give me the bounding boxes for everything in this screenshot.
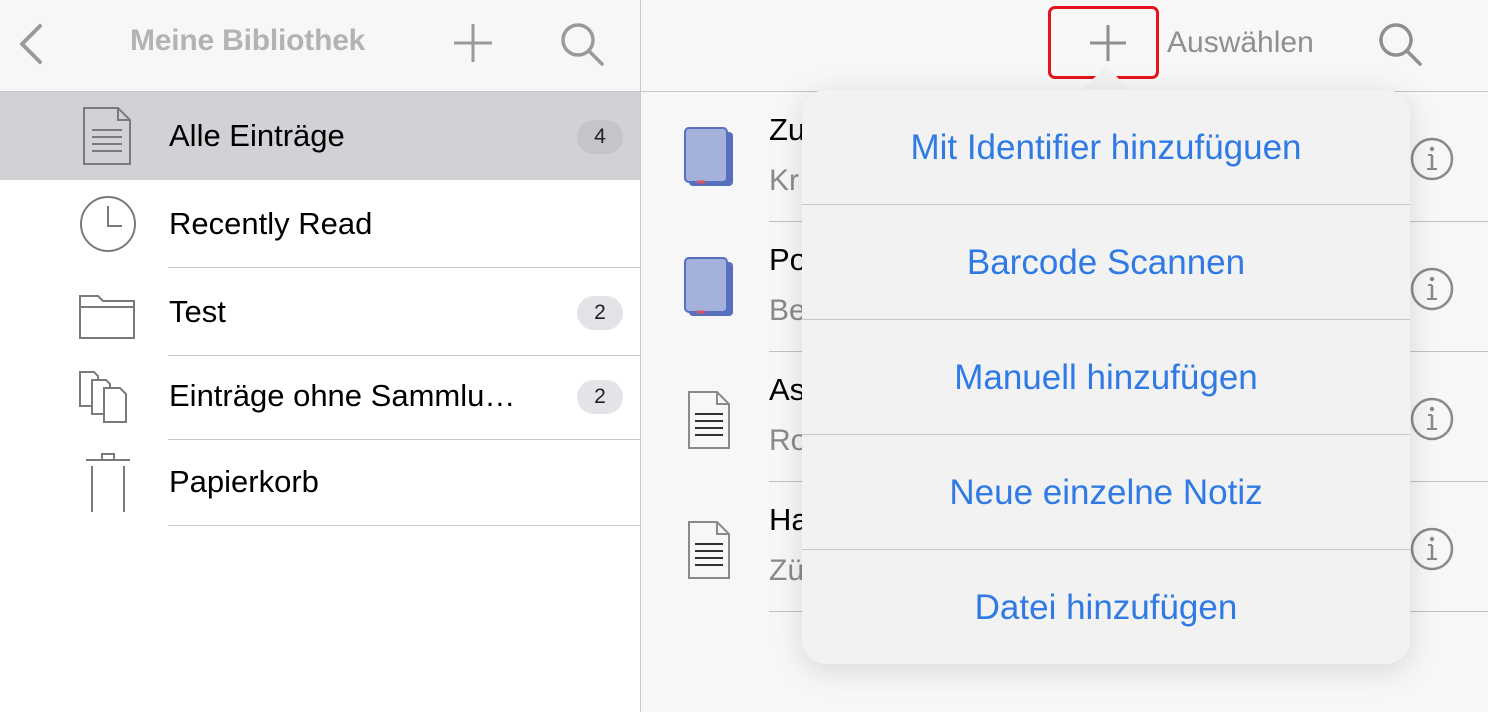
count-badge: 2	[577, 296, 623, 330]
sidebar-title: Meine Bibliothek	[130, 24, 366, 57]
menu-item-add-by-identifier[interactable]: Mit Identifier hinzufüguen	[802, 90, 1410, 205]
sidebar-item-eintraege-ohne-sammlung[interactable]: Einträge ohne Sammlu… 2	[0, 352, 640, 440]
sidebar-item-papierkorb[interactable]: Papierkorb	[0, 438, 640, 526]
plus-icon	[1090, 25, 1126, 61]
clock-icon	[76, 194, 138, 254]
menu-item-add-manually[interactable]: Manuell hinzufügen	[802, 320, 1410, 435]
chevron-left-icon	[20, 24, 42, 64]
menu-item-new-standalone-note[interactable]: Neue einzelne Notiz	[802, 435, 1410, 550]
search-icon	[1379, 23, 1422, 66]
sidebar-item-label: Papierkorb	[169, 464, 319, 499]
document-icon	[76, 106, 138, 166]
main-header: Auswählen	[641, 0, 1488, 92]
back-button[interactable]	[14, 20, 50, 68]
popover-arrow	[1080, 66, 1132, 92]
sidebar-item-test[interactable]: Test 2	[0, 268, 640, 356]
sidebar-search-button[interactable]	[558, 20, 606, 68]
sidebar-item-label: Alle Einträge	[169, 118, 345, 153]
sidebar-item-label: Einträge ohne Sammlu…	[169, 378, 516, 413]
menu-item-label: Mit Identifier hinzufüguen	[910, 128, 1302, 167]
sidebar-header: Meine Bibliothek	[0, 0, 640, 92]
sidebar-item-label: Recently Read	[169, 206, 373, 241]
sidebar-item-label: Test	[169, 294, 226, 329]
search-button[interactable]	[1376, 20, 1424, 68]
count-badge: 2	[577, 380, 623, 414]
menu-item-label: Datei hinzufügen	[974, 588, 1238, 627]
folder-icon	[76, 282, 138, 342]
documents-stack-icon	[76, 366, 138, 426]
plus-icon	[454, 24, 492, 62]
sidebar-item-alle-eintraege[interactable]: Alle Einträge 4	[0, 92, 640, 180]
row-separator	[168, 525, 640, 526]
add-item-popover: Mit Identifier hinzufüguen Barcode Scann…	[802, 90, 1410, 664]
select-button[interactable]: Auswählen	[1167, 26, 1314, 60]
sidebar: Meine Bibliothek Alle Einträge 4 Recentl…	[0, 0, 640, 712]
menu-item-label: Neue einzelne Notiz	[949, 473, 1263, 512]
menu-item-label: Manuell hinzufügen	[954, 358, 1258, 397]
trash-icon	[76, 452, 138, 519]
count-badge: 4	[577, 120, 623, 154]
menu-item-label: Barcode Scannen	[966, 243, 1246, 282]
menu-item-add-file[interactable]: Datei hinzufügen	[802, 550, 1410, 665]
search-icon	[561, 23, 604, 66]
sidebar-add-button[interactable]	[450, 20, 496, 66]
sidebar-item-recently-read[interactable]: Recently Read	[0, 180, 640, 268]
menu-item-scan-barcode[interactable]: Barcode Scannen	[802, 205, 1410, 320]
